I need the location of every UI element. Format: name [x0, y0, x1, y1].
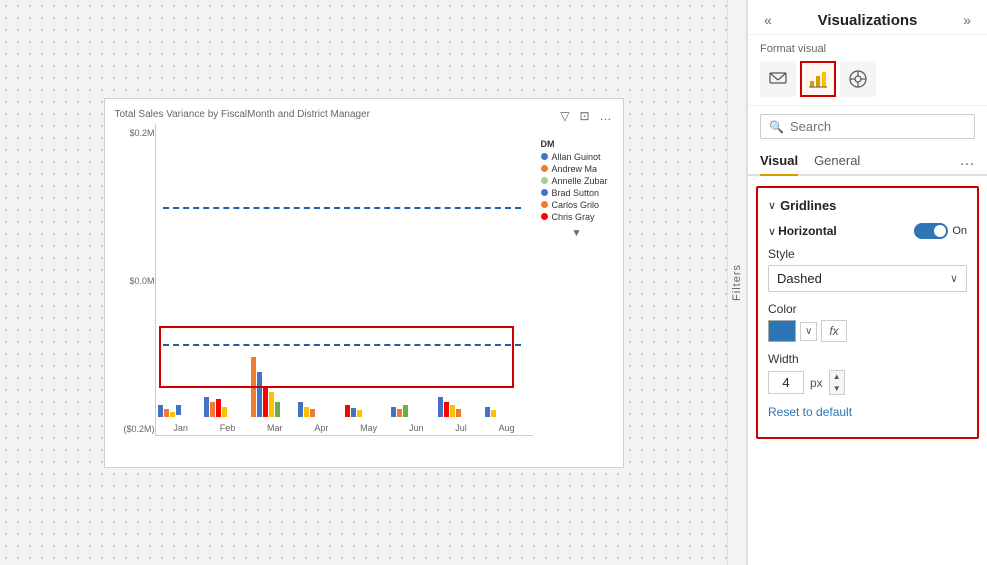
x-label-may: May [360, 423, 377, 433]
tab-more[interactable]: … [959, 152, 975, 170]
expand-icon[interactable]: ⊡ [576, 107, 592, 125]
color-field-row: Color ∨ fx [768, 302, 967, 342]
legend-color-2 [541, 177, 548, 184]
horizontal-subsection: ∨ Horizontal On Style Dashed ∨ [768, 223, 967, 419]
legend-scroll[interactable]: ▼ [541, 228, 613, 239]
style-select[interactable]: Dashed ∨ [768, 265, 967, 292]
color-label: Color [768, 302, 967, 316]
y-label-mid: $0.0M [115, 276, 155, 286]
x-label-mar: Mar [267, 423, 283, 433]
chart-legend: DM Allan Guinot Andrew Ma Annelle Zubar [533, 124, 613, 452]
width-field-row: Width px ▲ ▼ [768, 352, 967, 395]
chart-area: ▽ ⊡ … Total Sales Variance by FiscalMont… [0, 0, 727, 565]
filters-tab[interactable]: Filters [727, 0, 747, 565]
width-unit: px [810, 376, 823, 390]
legend-color-0 [541, 153, 548, 160]
chart-title: Total Sales Variance by FiscalMonth and … [115, 109, 613, 120]
width-row: px ▲ ▼ [768, 370, 967, 395]
x-label-jun: Jun [409, 423, 424, 433]
width-stepper[interactable]: ▲ ▼ [829, 370, 845, 395]
legend-color-5 [541, 213, 548, 220]
style-label: Style [768, 247, 967, 261]
legend-item-2: Annelle Zubar [541, 176, 613, 186]
tab-visual[interactable]: Visual [760, 147, 798, 176]
format-label: Format visual [760, 43, 975, 55]
chart-container: ▽ ⊡ … Total Sales Variance by FiscalMont… [104, 98, 624, 468]
section-chevron[interactable]: ∨ [768, 199, 776, 212]
tabs-row: Visual General … [748, 147, 987, 176]
collapse-left-btn[interactable]: « [760, 10, 776, 30]
sub-title: Horizontal [778, 224, 914, 238]
select-chevron-icon: ∨ [950, 272, 958, 285]
legend-item-3: Brad Sutton [541, 188, 613, 198]
y-label-bot: ($0.2M) [115, 424, 155, 434]
width-label: Width [768, 352, 967, 366]
style-value: Dashed [777, 271, 822, 286]
legend-item-5: Chris Gray [541, 212, 613, 222]
toggle-track[interactable] [914, 223, 948, 239]
toggle-label: On [952, 225, 967, 237]
tab-general[interactable]: General [814, 147, 860, 176]
chart-inner: $0.2M $0.0M ($0.2M) [115, 124, 613, 452]
panel-header: « Visualizations » [748, 0, 987, 35]
sub-header: ∨ Horizontal On [768, 223, 967, 239]
format-icon-notify[interactable] [760, 61, 796, 97]
x-label-jul: Jul [455, 423, 467, 433]
collapse-right-btn[interactable]: » [959, 10, 975, 30]
chart-plot: Jan Feb Mar Apr May Jun Jul Aug [155, 124, 533, 436]
fx-button[interactable]: fx [821, 320, 846, 342]
x-label-jan: Jan [173, 423, 188, 433]
legend-item-0: Allan Guinot [541, 152, 613, 162]
x-label-apr: Apr [314, 423, 328, 433]
legend-name-5: Chris Gray [552, 212, 595, 222]
legend-color-1 [541, 165, 548, 172]
legend-color-4 [541, 201, 548, 208]
search-icon: 🔍 [769, 120, 784, 134]
legend-color-3 [541, 189, 548, 196]
format-icon-chart[interactable] [800, 61, 836, 97]
search-box[interactable]: 🔍 [760, 114, 975, 139]
x-label-feb: Feb [220, 423, 236, 433]
format-icon-analytics[interactable] [840, 61, 876, 97]
color-dropdown-btn[interactable]: ∨ [800, 322, 817, 341]
legend-name-2: Annelle Zubar [552, 176, 608, 186]
section-title: Gridlines [780, 198, 967, 213]
format-section: Format visual [748, 35, 987, 106]
style-field-row: Style Dashed ∨ [768, 247, 967, 292]
legend-name-1: Andrew Ma [552, 164, 598, 174]
search-input[interactable] [790, 119, 966, 134]
gridlines-section: ∨ Gridlines ∨ Horizontal On [756, 186, 979, 439]
panel-title: Visualizations [818, 12, 918, 29]
width-input[interactable] [768, 371, 804, 394]
color-swatch[interactable] [768, 320, 796, 342]
format-icons [760, 61, 975, 97]
sub-chevron[interactable]: ∨ [768, 225, 776, 238]
stepper-up[interactable]: ▲ [830, 371, 844, 383]
reset-link[interactable]: Reset to default [768, 405, 967, 419]
toggle-knob [934, 225, 946, 237]
legend-item-1: Andrew Ma [541, 164, 613, 174]
color-row: ∨ fx [768, 320, 967, 342]
y-label-top: $0.2M [115, 128, 155, 138]
section-header: ∨ Gridlines [768, 198, 967, 213]
legend-title: DM [541, 139, 613, 149]
toggle[interactable]: On [914, 223, 967, 239]
more-icon[interactable]: … [597, 107, 615, 125]
legend-name-0: Allan Guinot [552, 152, 601, 162]
legend-name-4: Carlos Grilo [552, 200, 600, 210]
stepper-down[interactable]: ▼ [830, 383, 844, 395]
filter-icon[interactable]: ▽ [557, 107, 572, 125]
legend-item-4: Carlos Grilo [541, 200, 613, 210]
chart-toolbar: ▽ ⊡ … [557, 107, 614, 125]
right-panel: « Visualizations » Format visual [747, 0, 987, 565]
legend-name-3: Brad Sutton [552, 188, 600, 198]
filters-label: Filters [731, 264, 743, 301]
x-label-aug: Aug [499, 423, 515, 433]
